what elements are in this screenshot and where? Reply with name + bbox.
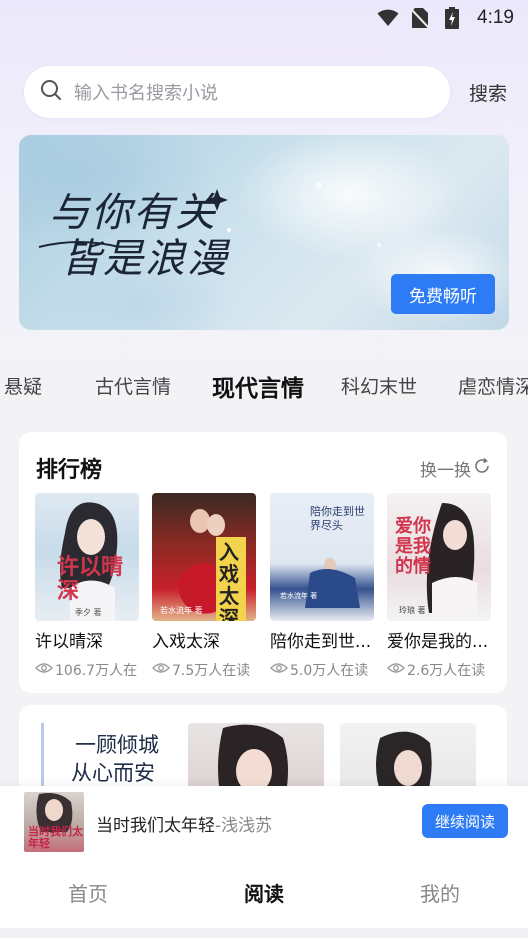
continue-reading-button[interactable]: 继续阅读: [422, 804, 508, 838]
book-name: 入戏太深: [152, 632, 220, 652]
cover-subtitle: 从心而安: [71, 761, 155, 785]
wifi-icon: [377, 7, 399, 29]
free-listen-button[interactable]: 免费畅听: [391, 274, 495, 314]
refresh-button[interactable]: 换一换: [420, 456, 491, 481]
ranking-card: 排行榜 换一换 许以晴深 季夕 著 许以晴深 106.7万人在 入戏太深 若水流…: [19, 432, 507, 693]
readers-count: 5.0万人在读: [290, 663, 369, 679]
cover-author: 季夕 著: [75, 608, 102, 617]
book-item[interactable]: 入戏太深 若水流年 著 入戏太深 7.5万人在读: [152, 493, 256, 680]
tab-ancient-romance[interactable]: 古代言情: [95, 372, 171, 399]
bottom-nav: 首页 阅读 我的: [0, 856, 528, 928]
book-name: 陪你走到世...: [270, 632, 372, 652]
continue-book-author: -浅浅苏: [215, 816, 273, 836]
tab-scifi[interactable]: 科幻末世: [341, 372, 417, 399]
ranking-title: 排行榜: [36, 458, 103, 483]
book-item[interactable]: 许以晴深 季夕 著 许以晴深 106.7万人在: [35, 493, 139, 680]
nav-home[interactable]: 首页: [48, 878, 128, 907]
recommend-cover[interactable]: [188, 723, 324, 795]
cover-author: 若水流年 著: [160, 606, 203, 615]
promo-banner[interactable]: 与你有关 皆是浪漫 免费畅听: [19, 135, 509, 330]
search-input[interactable]: 输入书名搜索小说: [24, 66, 450, 118]
system-nav-area: [0, 928, 528, 938]
continue-book-title: 当时我们太年轻: [96, 816, 215, 836]
cover-title: 当时我们太年轻: [28, 825, 83, 850]
continue-cover: 当时我们太年轻: [24, 792, 84, 852]
book-cover: 入戏太深 若水流年 著: [152, 493, 256, 621]
nav-reading[interactable]: 阅读: [224, 878, 304, 907]
cover-illustration: [376, 731, 432, 795]
cover-illustration: [218, 724, 288, 795]
tab-suspense[interactable]: 悬疑: [4, 372, 42, 399]
book-readers: 2.6万人在读: [387, 660, 491, 680]
cover-title: 入戏太深: [219, 540, 239, 621]
cover-decoration: [41, 723, 44, 795]
tab-modern-romance[interactable]: 现代言情: [212, 369, 304, 403]
book-cover: 陪你走到世界尽头 若水流年 著: [270, 493, 374, 621]
cover-author: 若水流年 著: [280, 592, 318, 600]
category-tabs: 悬疑 古代言情 现代言情 科幻末世 虐恋情深: [0, 362, 528, 408]
search-icon: [40, 79, 62, 105]
eye-icon: [35, 662, 53, 678]
no-sim-icon: [409, 7, 431, 29]
continue-book-info: 当时我们太年轻-浅浅苏: [96, 811, 272, 836]
book-cover: 爱你是我的情 玲琅 著: [387, 493, 491, 621]
book-readers: 5.0万人在读: [270, 660, 374, 680]
readers-count: 106.7万人在: [55, 663, 138, 679]
recommend-card: 一顾倾城 从心而安: [19, 705, 507, 795]
book-readers: 106.7万人在: [35, 660, 139, 680]
status-time: 4:19: [477, 7, 514, 28]
banner-title-line1: 与你有关: [49, 190, 217, 236]
refresh-icon: [473, 457, 491, 480]
readers-count: 7.5万人在读: [172, 663, 251, 679]
refresh-label: 换一换: [420, 461, 471, 481]
recommend-cover[interactable]: [340, 723, 476, 795]
banner-title-line2: 皆是浪漫: [61, 236, 229, 282]
banner-title: 与你有关 皆是浪漫: [49, 190, 229, 282]
continue-reading-bar[interactable]: 当时我们太年轻 当时我们太年轻-浅浅苏 继续阅读: [0, 786, 528, 856]
search-button[interactable]: 搜索: [460, 76, 516, 108]
cover-title: 爱你是我的情: [395, 516, 431, 577]
book-name: 爱你是我的...: [387, 632, 489, 652]
book-cover: 许以晴深 季夕 著: [35, 493, 139, 621]
book-name: 许以晴深: [35, 632, 103, 652]
nav-profile[interactable]: 我的: [400, 878, 480, 907]
cover-author: 玲琅 著: [399, 606, 426, 615]
cover-title: 陪你走到世界尽头: [310, 505, 365, 532]
eye-icon: [270, 662, 288, 678]
tab-angst-romance[interactable]: 虐恋情深: [458, 372, 528, 399]
battery-charging-icon: [441, 7, 463, 29]
book-readers: 7.5万人在读: [152, 660, 256, 680]
book-item[interactable]: 陪你走到世界尽头 若水流年 著 陪你走到世... 5.0万人在读: [270, 493, 374, 680]
book-item[interactable]: 爱你是我的情 玲琅 著 爱你是我的... 2.6万人在读: [387, 493, 491, 680]
cover-title: 许以晴深: [57, 554, 124, 604]
search-placeholder: 输入书名搜索小说: [74, 83, 218, 104]
recommend-cover[interactable]: 一顾倾城 从心而安: [35, 723, 171, 795]
cover-title: 一顾倾城: [75, 733, 159, 757]
eye-icon: [387, 662, 405, 678]
eye-icon: [152, 662, 170, 678]
readers-count: 2.6万人在读: [407, 663, 486, 679]
status-bar: 4:19: [0, 0, 528, 36]
